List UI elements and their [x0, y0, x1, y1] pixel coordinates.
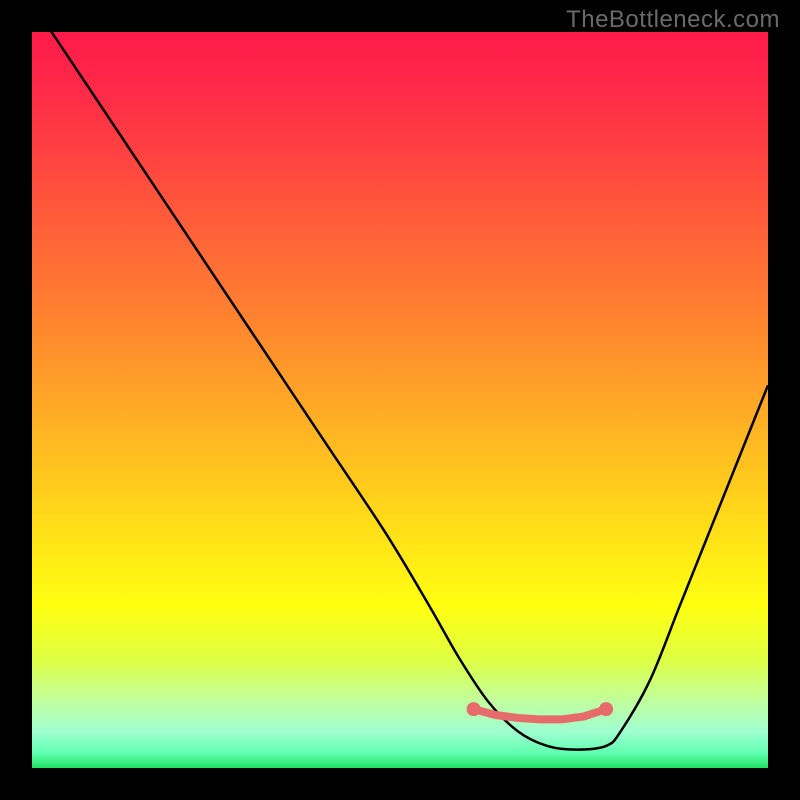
flat-band-line	[474, 709, 606, 719]
main-curve	[32, 32, 768, 750]
flat-band-end-dot	[467, 702, 481, 716]
chart-container: TheBottleneck.com	[0, 0, 800, 800]
flat-band-markers	[467, 702, 613, 719]
curve-svg	[32, 32, 768, 768]
plot-area	[32, 32, 768, 768]
watermark-text: TheBottleneck.com	[566, 6, 780, 34]
flat-band-end-dot	[599, 702, 613, 716]
